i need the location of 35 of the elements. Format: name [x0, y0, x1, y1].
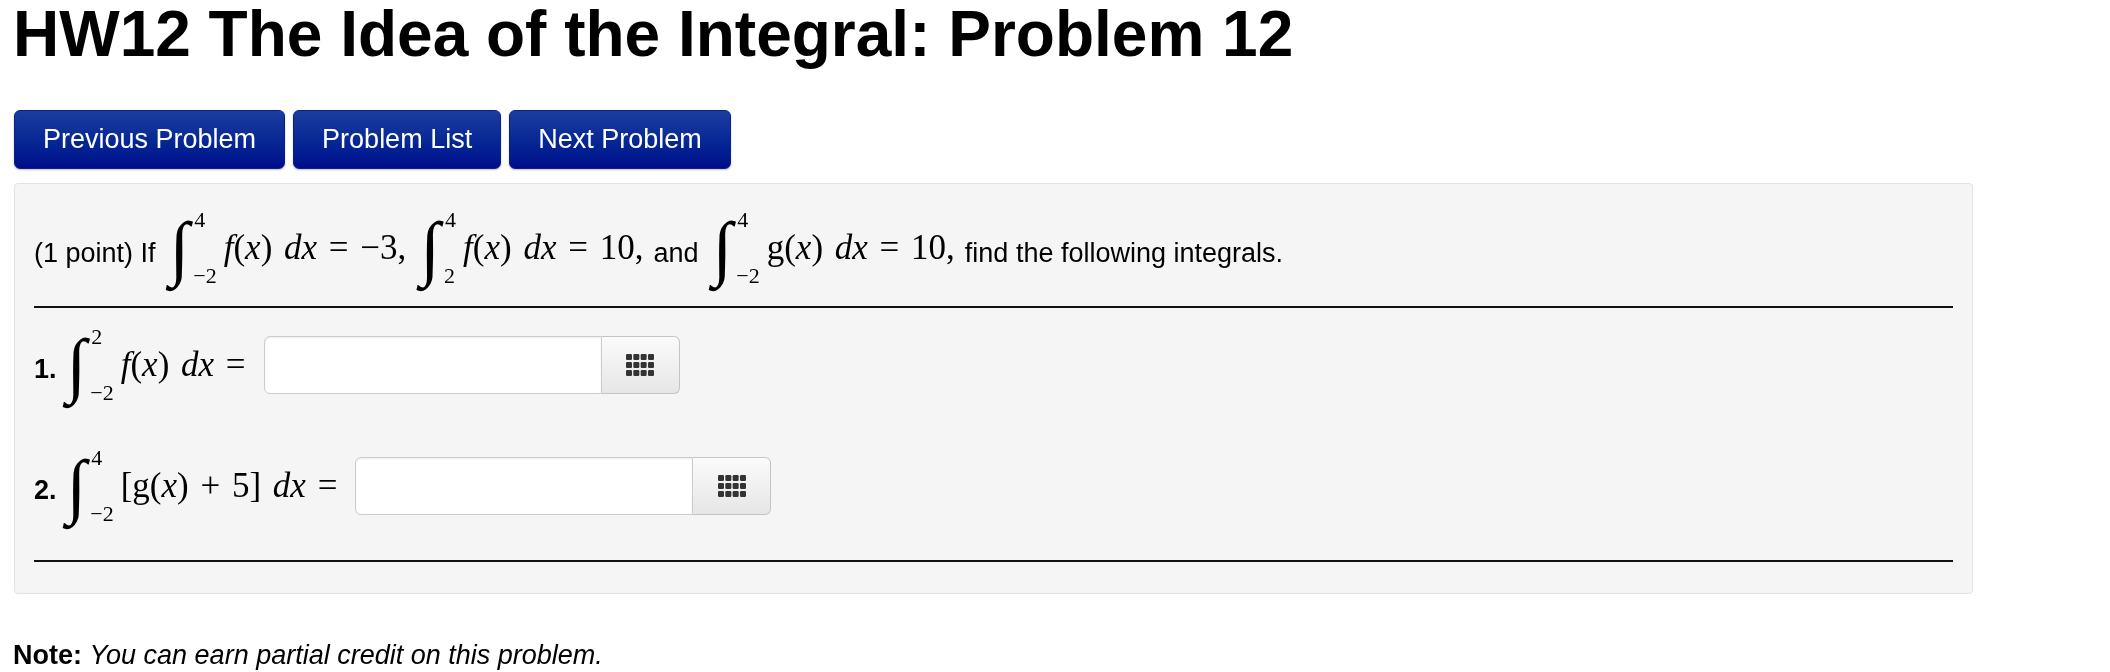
math-expression: f(x) dx = 10,: [463, 230, 644, 266]
problem-text: find the following integrals.: [964, 236, 1284, 270]
math-expression: g(x) dx = 10,: [766, 230, 955, 266]
keypad-icon: [717, 475, 746, 497]
previous-problem-button[interactable]: Previous Problem: [14, 110, 286, 169]
integral-sign: ∫: [708, 204, 737, 292]
lower-limit: 2: [444, 265, 457, 288]
upper-limit: 4: [91, 446, 104, 469]
upper-limit: 4: [194, 208, 207, 231]
integral-sign: ∫: [62, 442, 91, 530]
keypad-button[interactable]: [693, 457, 772, 515]
next-problem-button[interactable]: Next Problem: [509, 110, 731, 169]
lower-limit: −2: [90, 503, 114, 526]
keypad-button[interactable]: [601, 336, 680, 394]
math-expression: f(x) dx = −3,: [223, 230, 407, 266]
answer-field[interactable]: [355, 457, 694, 515]
problem-text: (1 point) If: [34, 236, 156, 270]
item-number: 2.: [34, 473, 57, 507]
upper-limit: 2: [91, 325, 104, 348]
problem-text: and: [653, 236, 699, 270]
integral-sign: ∫: [416, 204, 445, 292]
lower-limit: −2: [193, 265, 217, 288]
integral-sign: ∫: [165, 204, 194, 292]
item-number: 1.: [34, 352, 57, 386]
integral-sign: ∫: [62, 321, 91, 409]
lower-limit: −2: [90, 382, 114, 405]
note-text: Note: You can earn partial credit on this problem.: [13, 640, 604, 671]
problem-list-button[interactable]: Problem List: [293, 110, 502, 169]
upper-limit: 4: [445, 208, 457, 231]
answer-field[interactable]: [263, 336, 602, 394]
math-expression: f(x) dx =: [120, 347, 246, 383]
math-expression: [g(x) + 5] dx =: [120, 468, 338, 504]
keypad-icon: [626, 354, 655, 376]
upper-limit: 4: [737, 208, 750, 231]
lower-limit: −2: [736, 265, 760, 288]
